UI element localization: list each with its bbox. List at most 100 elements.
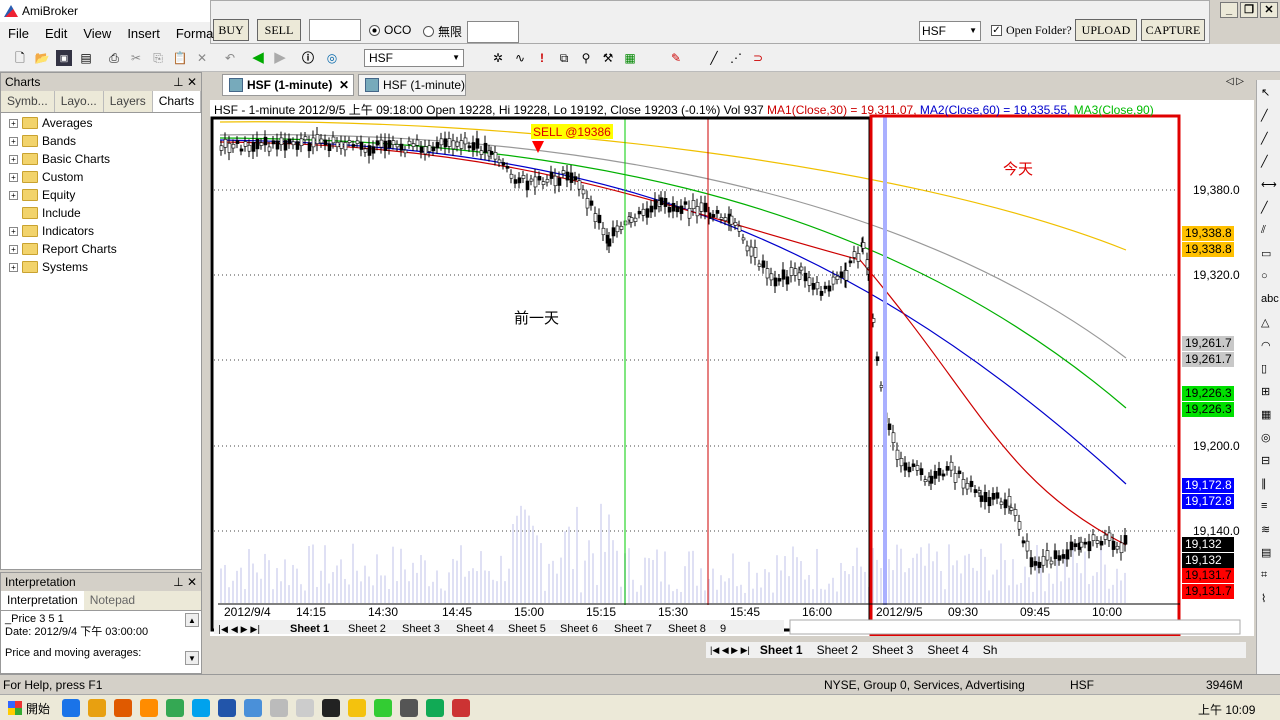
- tree-item-equity[interactable]: + Equity: [1, 186, 201, 204]
- outer-sheet-tab[interactable]: Sheet 2: [813, 643, 862, 657]
- menu-file[interactable]: File: [0, 26, 37, 41]
- drawing-tool-icon[interactable]: ◠: [1261, 339, 1271, 352]
- oco-radio[interactable]: OCO: [369, 23, 411, 37]
- taskbar-app-icon[interactable]: [166, 699, 184, 717]
- drawing-tool-icon[interactable]: ▦: [1261, 408, 1271, 421]
- outer-sheet-tab[interactable]: Sheet 3: [868, 643, 917, 657]
- drawing-tool-icon[interactable]: ∥: [1261, 477, 1267, 490]
- close-tab-icon[interactable]: ✕: [339, 75, 349, 95]
- copy-icon[interactable]: ⎘: [150, 50, 166, 66]
- outer-sheet-tab[interactable]: Sheet 1: [756, 643, 807, 657]
- tree-item-include[interactable]: Include: [1, 204, 201, 222]
- tab-interpretation[interactable]: Interpretation: [1, 591, 84, 610]
- drawing-tool-icon[interactable]: ⊟: [1261, 454, 1270, 467]
- save-icon[interactable]: ▣: [56, 50, 72, 66]
- tree-item-basic-charts[interactable]: + Basic Charts: [1, 150, 201, 168]
- capture-button[interactable]: CAPTURE: [1141, 19, 1205, 41]
- drawing-tool-icon[interactable]: ○: [1261, 270, 1268, 282]
- drawing-tool-icon[interactable]: ▭: [1261, 247, 1271, 260]
- tab-layouts[interactable]: Layo...: [55, 91, 104, 112]
- expand-icon[interactable]: +: [9, 244, 18, 254]
- wand-icon[interactable]: ⚒: [600, 50, 616, 66]
- drawing-tool-icon[interactable]: ⫽: [1261, 224, 1266, 237]
- magnet-icon[interactable]: ⊃: [750, 50, 766, 66]
- taskbar-app-icon[interactable]: [62, 699, 80, 717]
- taskbar-app-icon[interactable]: [322, 699, 340, 717]
- horizontal-scrollbar[interactable]: [789, 619, 1241, 635]
- upload-button[interactable]: UPLOAD: [1075, 19, 1137, 41]
- taskbar-app-icon[interactable]: [140, 699, 158, 717]
- pen-color-icon[interactable]: ✎: [668, 50, 684, 66]
- price-chart[interactable]: SELL @19386 前一天 今天 2012/9/4 14:15 14:30 14:45 1…: [210, 100, 1254, 636]
- taskbar-app-icon[interactable]: [348, 699, 366, 717]
- cut-icon[interactable]: ✂: [128, 50, 144, 66]
- minimize-button[interactable]: _: [1220, 2, 1238, 18]
- scroll-up-button[interactable]: ▲: [185, 613, 199, 627]
- pin-close-icons[interactable]: ⊥ ✕: [173, 575, 197, 589]
- inner-sheet-tab[interactable]: Sheet 1: [290, 623, 329, 635]
- outer-sheet-tab[interactable]: Sheet 4: [923, 643, 972, 657]
- expand-icon[interactable]: +: [9, 136, 18, 146]
- tab-layers[interactable]: Layers: [104, 91, 153, 112]
- taskbar-app-icon[interactable]: [192, 699, 210, 717]
- expand-icon[interactable]: +: [9, 172, 18, 182]
- close-button[interactable]: ✕: [1260, 2, 1278, 18]
- globe-icon[interactable]: ◎: [324, 50, 340, 66]
- taskbar-app-icon[interactable]: [400, 699, 418, 717]
- drawing-tool-icon[interactable]: ╱: [1261, 109, 1268, 122]
- drawing-tool-icon[interactable]: ⌇: [1261, 592, 1266, 605]
- doc-tab-2[interactable]: HSF (1-minute): [358, 74, 466, 96]
- drawing-tool-icon[interactable]: ▯: [1261, 362, 1267, 375]
- inner-sheet-tab[interactable]: Sheet 8: [668, 623, 706, 635]
- taskbar-app-icon[interactable]: [244, 699, 262, 717]
- taskbar-app-icon[interactable]: [88, 699, 106, 717]
- expand-icon[interactable]: +: [9, 262, 18, 272]
- tree-item-indicators[interactable]: + Indicators: [1, 222, 201, 240]
- inner-sheet-tab[interactable]: Sheet 3: [402, 623, 440, 635]
- layers-icon[interactable]: ⧉: [556, 50, 572, 66]
- taskbar-app-icon[interactable]: [374, 699, 392, 717]
- zoom-icon[interactable]: ⚲: [578, 50, 594, 66]
- print-icon[interactable]: ⎙: [106, 50, 122, 66]
- inner-sheet-tab[interactable]: Sheet 6: [560, 623, 598, 635]
- drawing-tool-icon[interactable]: abc: [1261, 293, 1279, 305]
- drawing-tool-icon[interactable]: ⊞: [1261, 385, 1270, 398]
- sheet-nav-arrows[interactable]: |◀ ◀ ▶ ▶|: [706, 645, 750, 656]
- drawing-tool-icon[interactable]: △: [1261, 316, 1269, 329]
- delete-icon[interactable]: ✕: [194, 50, 210, 66]
- taskbar-app-icon[interactable]: [296, 699, 314, 717]
- inner-sheet-tab[interactable]: Sheet 7: [614, 623, 652, 635]
- outer-sheet-tab[interactable]: Sh: [979, 643, 1002, 657]
- sell-button[interactable]: SELL: [257, 19, 301, 41]
- tab-notepad[interactable]: Notepad: [84, 591, 141, 610]
- save-all-icon[interactable]: ▤: [78, 50, 94, 66]
- undo-icon[interactable]: ↶: [222, 50, 238, 66]
- inner-sheet-tab[interactable]: Sheet 5: [508, 623, 546, 635]
- tab-charts[interactable]: Charts: [152, 91, 202, 112]
- open-icon[interactable]: 📂: [34, 50, 50, 66]
- tree-item-bands[interactable]: + Bands: [1, 132, 201, 150]
- quantity-input[interactable]: [309, 19, 361, 41]
- drawing-tool-icon[interactable]: ▤: [1261, 546, 1271, 559]
- taskbar-app-icon[interactable]: [270, 699, 288, 717]
- inner-sheet-tab[interactable]: Sheet 4: [456, 623, 494, 635]
- menu-view[interactable]: View: [75, 26, 119, 41]
- tree-item-report-charts[interactable]: + Report Charts: [1, 240, 201, 258]
- line-tool-icon[interactable]: ╱: [706, 50, 722, 66]
- expand-icon[interactable]: +: [9, 190, 18, 200]
- symbol-combo[interactable]: HSF ▼: [364, 49, 464, 67]
- pin-close-icons[interactable]: ⊥ ✕: [173, 75, 197, 89]
- dotted-line-icon[interactable]: ⋰: [728, 50, 744, 66]
- taskbar-app-icon[interactable]: [218, 699, 236, 717]
- symbol-select[interactable]: HSF ▼: [919, 21, 981, 41]
- drawing-tool-icon[interactable]: ◎: [1261, 431, 1271, 444]
- menu-format[interactable]: Forma: [168, 26, 222, 41]
- drawing-tool-icon[interactable]: ⌗: [1261, 569, 1267, 582]
- tree-item-systems[interactable]: + Systems: [1, 258, 201, 276]
- price-input[interactable]: [467, 21, 519, 43]
- inner-sheet-nav-arrows[interactable]: |◀ ◀ ▶ ▶|: [218, 625, 260, 635]
- drawing-tool-icon[interactable]: ↖: [1261, 86, 1270, 99]
- drawing-tool-icon[interactable]: ≋: [1261, 523, 1270, 536]
- settings-icon[interactable]: ✲: [490, 50, 506, 66]
- doc-tab-1[interactable]: HSF (1-minute) ✕: [222, 74, 354, 96]
